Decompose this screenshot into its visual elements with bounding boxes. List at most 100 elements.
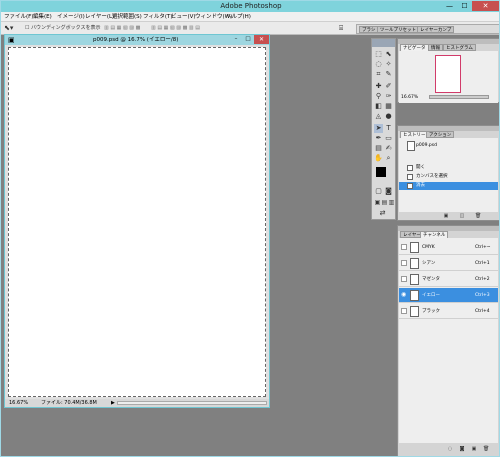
blur-tool-icon[interactable]: ◬ (374, 112, 383, 121)
navigator-thumbnail[interactable] (435, 55, 461, 93)
navigator-zoom-slider[interactable] (429, 95, 489, 99)
document-canvas[interactable] (8, 47, 266, 397)
snapshot-thumbnail (407, 141, 415, 151)
channel-row[interactable]: ブラック Ctrl+4 (399, 304, 498, 319)
channel-thumbnail (410, 306, 419, 317)
history-brush-icon[interactable]: ✑ (384, 92, 393, 101)
zoom-tool-icon[interactable]: ⌕ (384, 154, 393, 163)
channel-shortcut: Ctrl+1 (475, 261, 490, 266)
navigator-body: 16.67% (399, 51, 498, 103)
eraser-tool-icon[interactable]: ◧ (374, 102, 383, 111)
menu-file[interactable]: ファイル(F) (4, 12, 33, 22)
screen-mode-black-icon[interactable]: ▥ (387, 198, 396, 207)
channel-shortcut: Ctrl+4 (475, 309, 490, 314)
tab-history[interactable]: ヒストリー (400, 131, 429, 138)
toolbox-header[interactable] (372, 39, 395, 47)
navigator-zoom[interactable]: 16.67% (401, 95, 418, 100)
menu-edit[interactable]: 編集(E) (33, 12, 52, 22)
menu-filter[interactable]: フィルタ(T) (143, 12, 173, 22)
eyedropper-icon[interactable]: ✍ (384, 144, 393, 153)
tab-tool-presets[interactable]: ツールプリセット (377, 26, 419, 33)
channel-name: ブラック (422, 309, 440, 314)
tab-brushes[interactable]: ブラシ (359, 26, 379, 33)
magic-wand-icon[interactable]: ✧ (384, 60, 393, 69)
horizontal-scrollbar[interactable] (117, 401, 267, 405)
history-item[interactable]: 開く (399, 164, 498, 172)
path-selection-icon[interactable]: ➤ (374, 124, 383, 133)
tab-channels[interactable]: チャンネル (420, 231, 449, 238)
clone-stamp-icon[interactable]: ⚲ (374, 92, 383, 101)
quick-mask-on-icon[interactable]: ◙ (384, 187, 393, 196)
dodge-tool-icon[interactable]: ● (384, 112, 393, 121)
crop-tool-icon[interactable]: ⌗ (374, 70, 383, 79)
channel-row[interactable]: CMYK Ctrl+~ (399, 240, 498, 255)
channel-row[interactable]: ◉ イエロー Ctrl+3 (399, 288, 498, 303)
new-snapshot-icon[interactable]: ◫ (459, 213, 465, 219)
align-icons[interactable]: ▥ ▤ ▦ ▧ ▨ ▩ (104, 24, 140, 33)
tab-info[interactable]: 情報 (428, 44, 443, 51)
new-document-icon[interactable]: ▣ (443, 213, 449, 219)
visibility-toggle[interactable] (401, 260, 407, 266)
minimize-button[interactable]: — (442, 1, 457, 11)
document-minimize-button[interactable]: – (230, 35, 242, 44)
history-snapshot[interactable]: p009.psd (399, 140, 498, 152)
tab-actions[interactable]: アクション (426, 131, 455, 138)
status-menu-arrow-icon[interactable]: ▶ (111, 399, 115, 407)
save-selection-icon[interactable]: ◙ (459, 446, 465, 452)
type-tool-icon[interactable]: T (384, 124, 393, 133)
pen-tool-icon[interactable]: ✒ (374, 134, 383, 143)
channel-row[interactable]: シアン Ctrl+1 (399, 256, 498, 271)
history-item[interactable]: カンバスを選択 (399, 173, 498, 181)
maximize-button[interactable]: ☐ (457, 1, 472, 11)
quick-mask-off-icon[interactable]: ▢ (374, 187, 383, 196)
tab-histogram[interactable]: ヒストグラム (443, 44, 476, 51)
go-to-bridge-icon[interactable]: ⌸ (339, 24, 343, 33)
brush-tool-icon[interactable]: ✐ (384, 82, 393, 91)
visibility-toggle[interactable] (401, 276, 407, 282)
eye-icon[interactable]: ◉ (401, 292, 407, 298)
channel-row[interactable]: マゼンタ Ctrl+2 (399, 272, 498, 287)
visibility-toggle[interactable] (401, 308, 407, 314)
healing-brush-icon[interactable]: ✚ (374, 82, 383, 91)
document-status-bar: 16.67% ファイル: 70.4M/36.8M ▶ (5, 399, 269, 407)
distribute-icons[interactable]: ▥ ▤ ▦ ▧ ▨ ▩ ▥ ▤ (151, 24, 200, 33)
menu-view[interactable]: ビュー(V) (171, 12, 196, 22)
navigator-palette: ナビゲータ 情報 ヒストグラム 16.67% (397, 38, 499, 103)
zoom-readout[interactable]: 16.67% (9, 399, 28, 407)
channel-name: マゼンタ (422, 277, 440, 282)
move-tool-icon[interactable]: ⬉ (384, 50, 393, 59)
channel-shortcut: Ctrl+3 (475, 293, 490, 298)
document-title-bar[interactable]: ▣ p009.psd @ 16.7% (イエロー/8) – □ ✕ (5, 35, 269, 45)
menu-help[interactable]: ヘルプ(H) (226, 12, 251, 22)
trash-icon[interactable]: 🗑 (483, 446, 489, 452)
jump-to-imageready-icon[interactable]: ⇄ (378, 209, 387, 218)
trash-icon[interactable]: 🗑 (475, 213, 481, 219)
gradient-tool-icon[interactable]: ▦ (384, 102, 393, 111)
bounding-box-checkbox[interactable]: ☐ (25, 24, 29, 33)
marquee-tool-icon[interactable]: ⬚ (374, 50, 383, 59)
document-maximize-button[interactable]: □ (242, 35, 254, 44)
close-button[interactable]: ✕ (472, 1, 499, 11)
foreground-color-swatch[interactable] (376, 167, 386, 177)
load-selection-icon[interactable]: ◌ (447, 446, 453, 452)
hand-tool-icon[interactable]: ✋ (374, 154, 383, 163)
tab-layer-comps[interactable]: レイヤーカンプ (417, 26, 455, 33)
eraser-icon (407, 183, 413, 189)
channel-thumbnail (410, 274, 419, 285)
new-channel-icon[interactable]: ▣ (471, 446, 477, 452)
menu-select[interactable]: 選択範囲(S) (112, 12, 142, 22)
visibility-toggle[interactable] (401, 244, 407, 250)
file-size-readout: ファイル: 70.4M/36.8M (41, 400, 97, 406)
notes-tool-icon[interactable]: ▤ (374, 144, 383, 153)
document-close-button[interactable]: ✕ (254, 35, 269, 44)
tab-navigator[interactable]: ナビゲータ (400, 44, 429, 51)
move-tool-preset-icon[interactable]: ⬉▾ (4, 24, 13, 33)
shape-tool-icon[interactable]: ▭ (384, 134, 393, 143)
bounding-box-label: バウンディングボックスを表示 (31, 25, 101, 31)
history-item[interactable]: 消去 (399, 182, 498, 190)
menu-image[interactable]: イメージ(I) (57, 12, 85, 22)
lasso-tool-icon[interactable]: ◌ (374, 60, 383, 69)
channel-shortcut: Ctrl+~ (475, 245, 491, 250)
slice-tool-icon[interactable]: ✎ (384, 70, 393, 79)
menu-layer[interactable]: レイヤー(L) (85, 12, 114, 22)
